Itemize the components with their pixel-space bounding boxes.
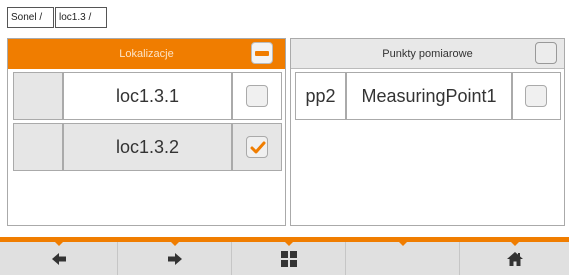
footer-toolbar xyxy=(0,237,569,275)
notch-indicator xyxy=(284,242,293,246)
location-row[interactable]: loc1.3.2 xyxy=(13,123,282,171)
measuring-points-panel: Punkty pomiarowe pp2 MeasuringPoint1 xyxy=(290,38,565,226)
measuring-point-checkbox[interactable] xyxy=(525,85,547,107)
measuring-point-row[interactable]: pp2 MeasuringPoint1 xyxy=(295,72,561,120)
location-checkbox[interactable] xyxy=(246,85,268,107)
notch-indicator xyxy=(398,242,407,246)
location-checkbox[interactable] xyxy=(246,136,268,158)
partial-selection-icon xyxy=(255,51,269,56)
back-button[interactable] xyxy=(0,242,118,275)
home-button[interactable] xyxy=(460,242,569,275)
notch-indicator xyxy=(170,242,179,246)
checkmark-icon xyxy=(250,141,266,154)
location-row-handle[interactable] xyxy=(13,123,63,171)
location-checkbox-cell[interactable] xyxy=(232,72,282,120)
location-name[interactable]: loc1.3.1 xyxy=(63,72,232,120)
home-icon xyxy=(506,251,523,266)
grid-icon xyxy=(280,250,297,267)
measuring-point-name[interactable]: MeasuringPoint1 xyxy=(346,72,512,120)
location-name[interactable]: loc1.3.2 xyxy=(63,123,232,171)
locations-panel-header: Lokalizacje xyxy=(8,39,285,69)
empty-toolbar-button[interactable] xyxy=(346,242,460,275)
notch-indicator xyxy=(54,242,63,246)
measuring-point-id[interactable]: pp2 xyxy=(295,72,346,120)
select-all-locations-checkbox[interactable] xyxy=(251,42,273,64)
notch-indicator xyxy=(510,242,519,246)
breadcrumb-item-sonel[interactable]: Sonel / xyxy=(7,7,54,28)
location-row[interactable]: loc1.3.1 xyxy=(13,72,282,120)
grid-view-button[interactable] xyxy=(232,242,346,275)
forward-button[interactable] xyxy=(118,242,232,275)
measuring-points-panel-title: Punkty pomiarowe xyxy=(382,48,473,60)
measuring-point-checkbox-cell[interactable] xyxy=(512,72,561,120)
arrow-left-icon xyxy=(51,252,66,265)
locations-panel-title: Lokalizacje xyxy=(119,48,174,60)
location-row-handle[interactable] xyxy=(13,72,63,120)
select-all-points-checkbox[interactable] xyxy=(535,42,557,64)
arrow-right-icon xyxy=(167,252,182,265)
breadcrumb-item-loc1-3[interactable]: loc1.3 / xyxy=(55,7,107,28)
locations-panel: Lokalizacje loc1.3.1 loc1.3.2 xyxy=(7,38,286,226)
location-checkbox-cell[interactable] xyxy=(232,123,282,171)
measuring-points-panel-header: Punkty pomiarowe xyxy=(291,39,564,69)
